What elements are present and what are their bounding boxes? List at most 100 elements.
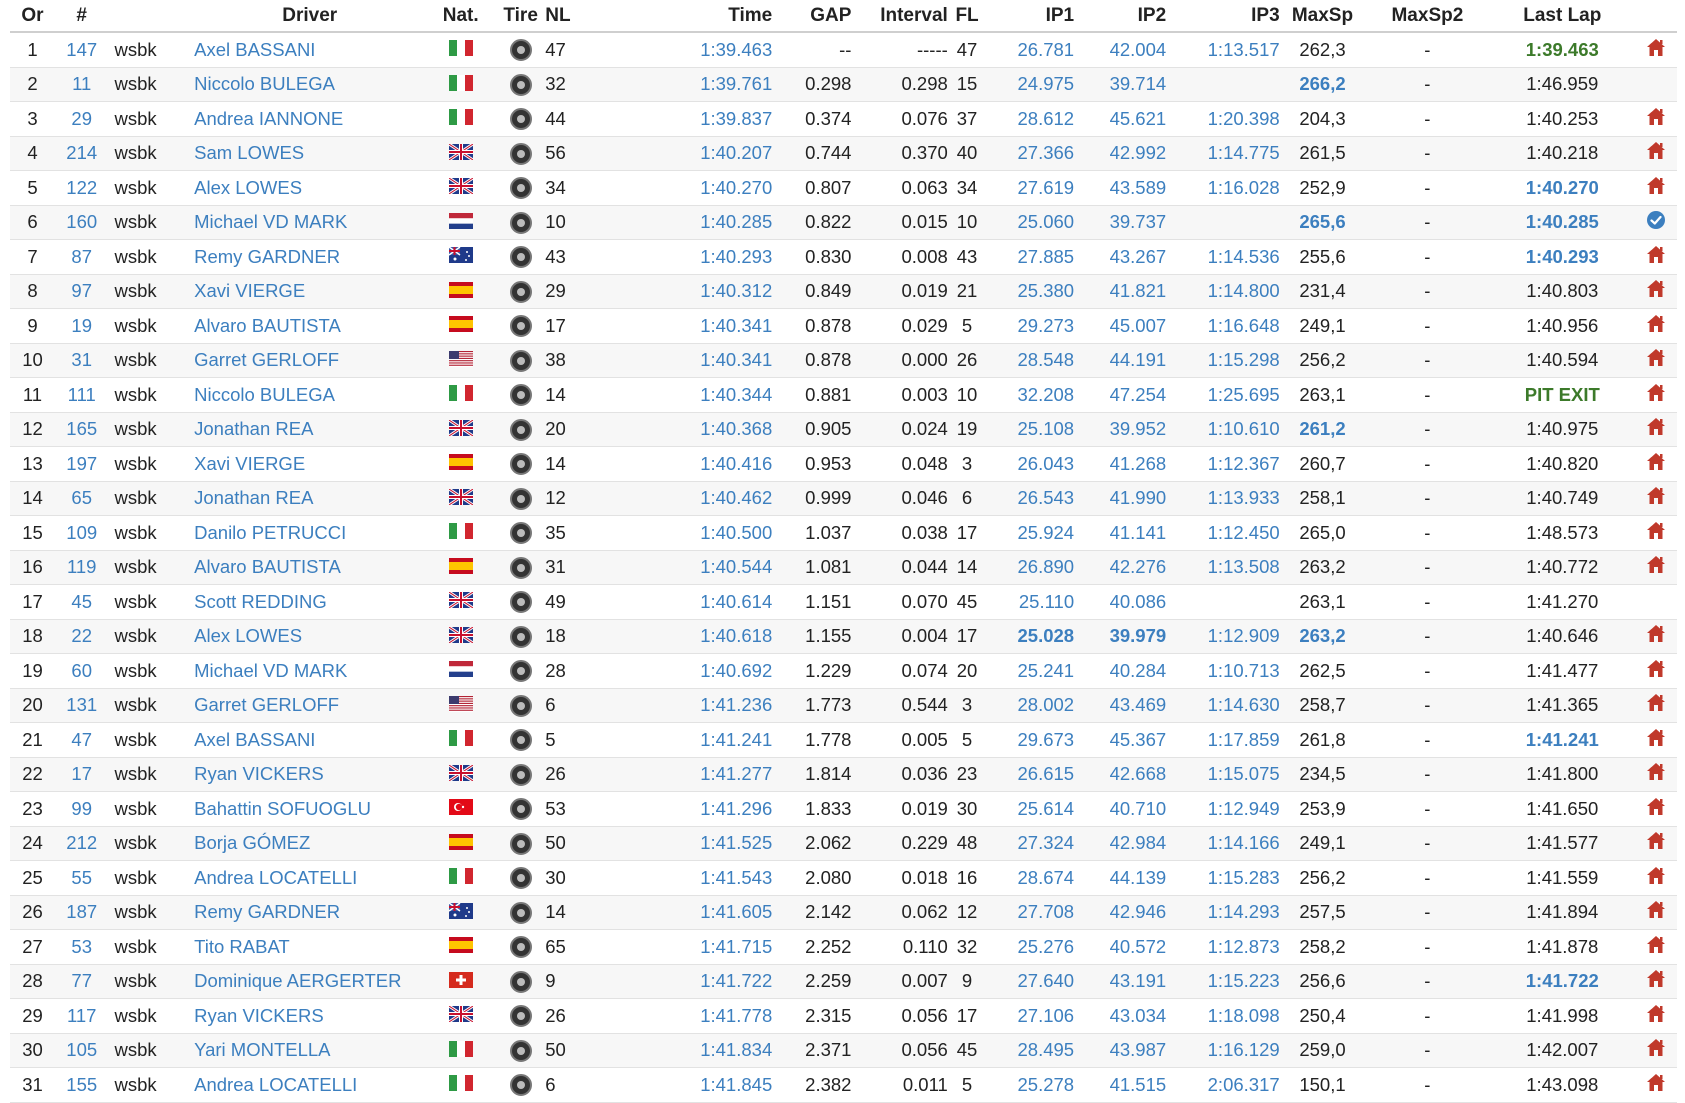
driver-name-link[interactable]: Niccolo BULEGA: [194, 67, 426, 102]
table-row[interactable]: 29 117 wsbk Ryan VICKERS 26 1:41.778 2.315 0.05…: [10, 998, 1677, 1034]
table-row[interactable]: 9 19 wsbk Alvaro BAUTISTA 17 1:40.341 0.878 0.0…: [10, 308, 1677, 344]
col-tire[interactable]: Tire: [496, 0, 546, 33]
driver-name-link[interactable]: Xavi VIERGE: [194, 274, 426, 309]
col-time[interactable]: Time: [609, 0, 773, 33]
bike-number-link[interactable]: 29: [54, 101, 109, 137]
bike-number-link[interactable]: 212: [54, 826, 109, 861]
col-gap[interactable]: GAP: [772, 0, 852, 33]
driver-name-link[interactable]: Yari MONTELLA: [194, 1033, 426, 1068]
col-nl[interactable]: NL: [545, 0, 610, 33]
bike-number-link[interactable]: 165: [54, 412, 109, 447]
table-row[interactable]: 26 187 wsbk Remy GARDNER 14 1:41.605 2.142 0.06…: [10, 895, 1677, 930]
table-row[interactable]: 23 99 wsbk Bahattin SOFUOGLU 53 1:41.296 1.833…: [10, 791, 1677, 827]
driver-name-link[interactable]: Alvaro BAUTISTA: [194, 550, 426, 585]
driver-name-link[interactable]: Sam LOWES: [194, 136, 426, 171]
col-fl[interactable]: FL: [947, 0, 987, 33]
table-row[interactable]: 24 212 wsbk Borja GÓMEZ 50 1:41.525 2.062 0.229…: [10, 826, 1677, 861]
bike-number-link[interactable]: 87: [54, 239, 109, 275]
driver-name-link[interactable]: Niccolo BULEGA: [194, 377, 426, 413]
driver-name-link[interactable]: Alvaro BAUTISTA: [194, 308, 426, 344]
bike-number-link[interactable]: 47: [54, 722, 109, 758]
driver-name-link[interactable]: Andrea IANNONE: [194, 101, 426, 137]
driver-name-link[interactable]: Garret GERLOFF: [194, 343, 426, 378]
driver-name-link[interactable]: Xavi VIERGE: [194, 446, 426, 482]
table-row[interactable]: 15 109 wsbk Danilo PETRUCCI 35 1:40.500 1.037 0…: [10, 515, 1677, 551]
driver-name-link[interactable]: Andrea LOCATELLI: [194, 1067, 426, 1103]
driver-name-link[interactable]: Andrea LOCATELLI: [194, 860, 426, 896]
table-row[interactable]: 3 29 wsbk Andrea IANNONE 44 1:39.837 0.374 0.07…: [10, 101, 1677, 137]
bike-number-link[interactable]: 119: [54, 550, 109, 585]
bike-number-link[interactable]: 187: [54, 895, 109, 930]
table-row[interactable]: 28 77 wsbk Dominique AERGERTER 9 1:41.722 2.25…: [10, 964, 1677, 999]
bike-number-link[interactable]: 131: [54, 688, 109, 723]
bike-number-link[interactable]: 109: [54, 515, 109, 551]
bike-number-link[interactable]: 53: [54, 929, 109, 965]
table-row[interactable]: 4 214 wsbk Sam LOWES 56 1:40.207 0.744 0.370 40 2…: [10, 136, 1677, 171]
bike-number-link[interactable]: 45: [54, 584, 109, 620]
table-row[interactable]: 17 45 wsbk Scott REDDING 49 1:40.614 1.151 0.07…: [10, 584, 1677, 620]
col-or[interactable]: Or: [10, 0, 55, 33]
driver-name-link[interactable]: Jonathan REA: [194, 481, 426, 516]
driver-name-link[interactable]: Remy GARDNER: [194, 895, 426, 930]
bike-number-link[interactable]: 77: [54, 964, 109, 999]
table-row[interactable]: 11 111 wsbk Niccolo BULEGA 14 1:40.344 0.881 0.…: [10, 377, 1677, 413]
driver-name-link[interactable]: Michael VD MARK: [194, 653, 426, 689]
col-maxsp2[interactable]: MaxSp2: [1365, 0, 1490, 33]
col-ip2[interactable]: IP2: [1074, 0, 1167, 33]
table-row[interactable]: 30 105 wsbk Yari MONTELLA 50 1:41.834 2.371 0.0…: [10, 1033, 1677, 1068]
driver-name-link[interactable]: Garret GERLOFF: [194, 688, 426, 723]
driver-name-link[interactable]: Scott REDDING: [194, 584, 426, 620]
table-row[interactable]: 20 131 wsbk Garret GERLOFF 6 1:41.236 1.773 0.5…: [10, 688, 1677, 723]
bike-number-link[interactable]: 97: [54, 274, 109, 309]
table-row[interactable]: 14 65 wsbk Jonathan REA 12 1:40.462 0.999 0.046…: [10, 481, 1677, 516]
table-row[interactable]: 16 119 wsbk Alvaro BAUTISTA 31 1:40.544 1.081 0…: [10, 550, 1677, 585]
table-row[interactable]: 12 165 wsbk Jonathan REA 20 1:40.368 0.905 0.02…: [10, 412, 1677, 447]
table-row[interactable]: 8 97 wsbk Xavi VIERGE 29 1:40.312 0.849 0.019 21…: [10, 274, 1677, 309]
table-row[interactable]: 31 155 wsbk Andrea LOCATELLI 6 1:41.845 2.382 0…: [10, 1067, 1677, 1103]
bike-number-link[interactable]: 214: [54, 136, 109, 171]
table-row[interactable]: 6 160 wsbk Michael VD MARK 10 1:40.285 0.822 0.…: [10, 205, 1677, 240]
bike-number-link[interactable]: 117: [54, 998, 109, 1034]
bike-number-link[interactable]: 122: [54, 170, 109, 206]
table-row[interactable]: 5 122 wsbk Alex LOWES 34 1:40.270 0.807 0.063 34…: [10, 170, 1677, 206]
driver-name-link[interactable]: Danilo PETRUCCI: [194, 515, 426, 551]
bike-number-link[interactable]: 19: [54, 308, 109, 344]
table-row[interactable]: 1 147 wsbk Axel BASSANI 47 1:39.463 -- ----- 47 2…: [10, 32, 1677, 68]
driver-name-link[interactable]: Axel BASSANI: [194, 722, 426, 758]
table-row[interactable]: 7 87 wsbk Remy GARDNER 43 1:40.293 0.830 0.008 4…: [10, 239, 1677, 275]
col-driver[interactable]: Driver: [194, 0, 426, 33]
bike-number-link[interactable]: 22: [54, 619, 109, 654]
driver-name-link[interactable]: Dominique AERGERTER: [194, 964, 426, 999]
bike-number-link[interactable]: 155: [54, 1067, 109, 1103]
driver-name-link[interactable]: Axel BASSANI: [194, 32, 426, 68]
col-interval[interactable]: Interval: [851, 0, 948, 33]
driver-name-link[interactable]: Ryan VICKERS: [194, 998, 426, 1034]
driver-name-link[interactable]: Ryan VICKERS: [194, 757, 426, 792]
col-last-lap[interactable]: Last Lap: [1489, 0, 1636, 33]
bike-number-link[interactable]: 147: [54, 32, 109, 68]
table-row[interactable]: 13 197 wsbk Xavi VIERGE 14 1:40.416 0.953 0.048…: [10, 446, 1677, 482]
driver-name-link[interactable]: Jonathan REA: [194, 412, 426, 447]
col-ip3[interactable]: IP3: [1166, 0, 1280, 33]
driver-name-link[interactable]: Borja GÓMEZ: [194, 826, 426, 861]
table-row[interactable]: 25 55 wsbk Andrea LOCATELLI 30 1:41.543 2.080 0…: [10, 860, 1677, 896]
bike-number-link[interactable]: 99: [54, 791, 109, 827]
driver-name-link[interactable]: Tito RABAT: [194, 929, 426, 965]
table-row[interactable]: 18 22 wsbk Alex LOWES 18 1:40.618 1.155 0.004 17…: [10, 619, 1677, 654]
driver-name-link[interactable]: Remy GARDNER: [194, 239, 426, 275]
col-maxsp[interactable]: MaxSp: [1279, 0, 1366, 33]
table-row[interactable]: 10 31 wsbk Garret GERLOFF 38 1:40.341 0.878 0.0…: [10, 343, 1677, 378]
driver-name-link[interactable]: Bahattin SOFUOGLU: [194, 791, 426, 827]
bike-number-link[interactable]: 197: [54, 446, 109, 482]
driver-name-link[interactable]: Alex LOWES: [194, 619, 426, 654]
col-number[interactable]: #: [54, 0, 109, 33]
driver-name-link[interactable]: Alex LOWES: [194, 170, 426, 206]
table-row[interactable]: 19 60 wsbk Michael VD MARK 28 1:40.692 1.229 0.…: [10, 653, 1677, 689]
bike-number-link[interactable]: 55: [54, 860, 109, 896]
bike-number-link[interactable]: 17: [54, 757, 109, 792]
col-ip1[interactable]: IP1: [986, 0, 1075, 33]
table-row[interactable]: 27 53 wsbk Tito RABAT 65 1:41.715 2.252 0.110 32…: [10, 929, 1677, 965]
bike-number-link[interactable]: 31: [54, 343, 109, 378]
bike-number-link[interactable]: 111: [54, 377, 109, 413]
table-row[interactable]: 21 47 wsbk Axel BASSANI 5 1:41.241 1.778 0.005 5…: [10, 722, 1677, 758]
